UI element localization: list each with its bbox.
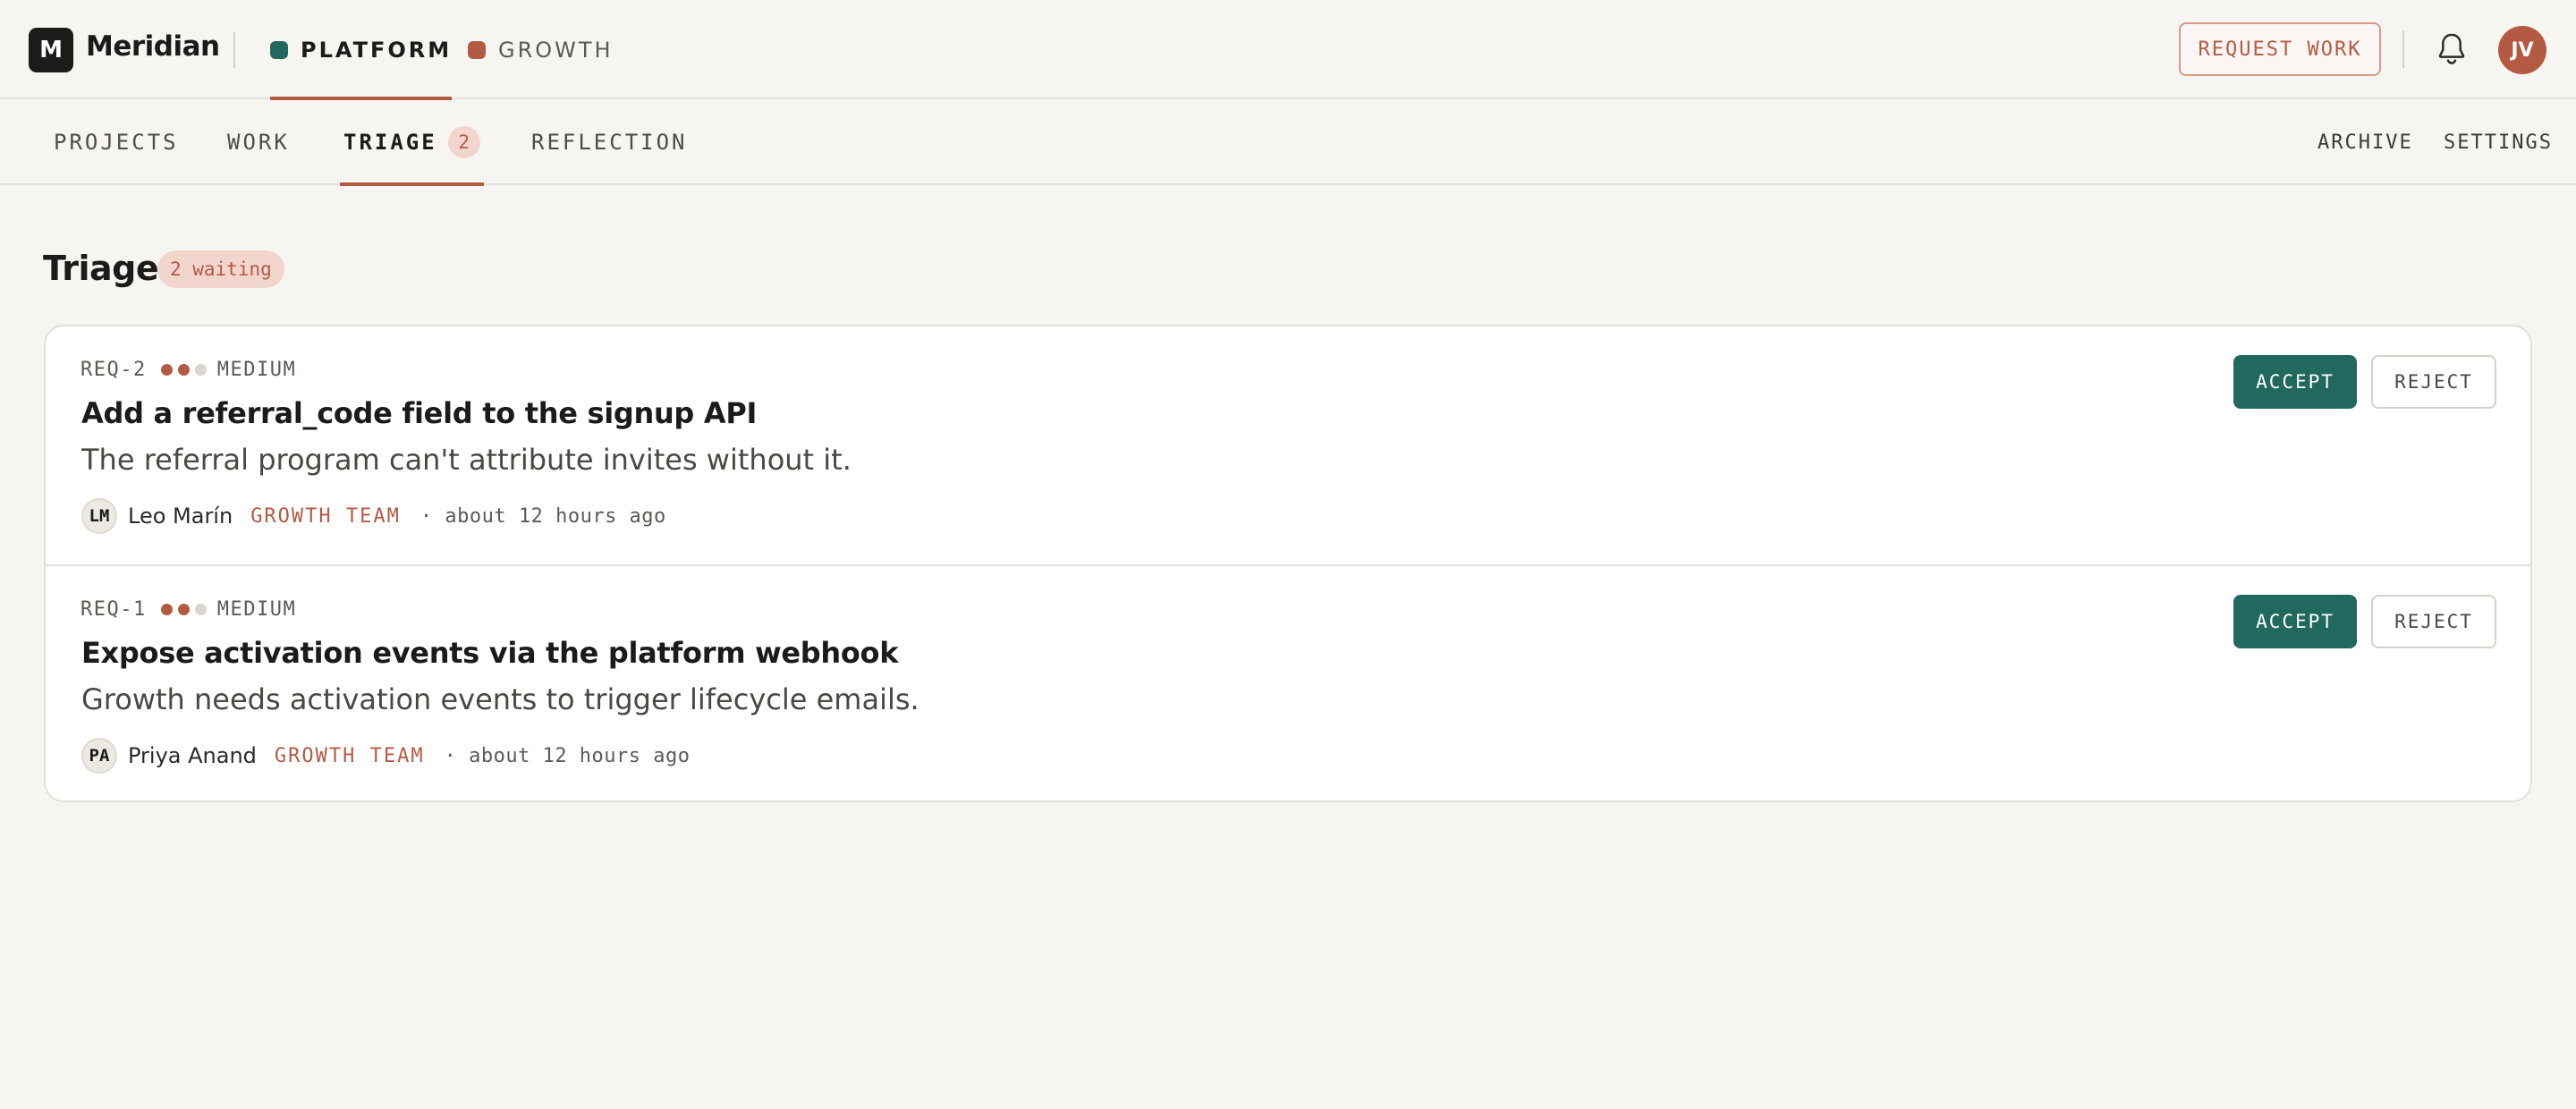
triage-count-badge: 2 xyxy=(447,126,480,158)
request-description: Growth needs activation events to trigge… xyxy=(81,682,919,716)
request-title[interactable]: Add a referral_code field to the signup … xyxy=(81,396,757,430)
request-card: REQ-1 MEDIUM Expose activation events vi… xyxy=(46,564,2530,800)
request-work-button[interactable]: REQUEST WORK xyxy=(2179,22,2381,76)
user-avatar[interactable]: JV xyxy=(2498,26,2546,74)
archive-link[interactable]: ARCHIVE xyxy=(2318,99,2413,185)
author-avatar: PA xyxy=(81,738,117,774)
request-author-line: LM Leo Marín GROWTH TEAM · about 12 hour… xyxy=(81,497,666,535)
request-meta: REQ-2 MEDIUM xyxy=(80,359,296,381)
app-name[interactable]: Meridian xyxy=(86,30,220,63)
request-title[interactable]: Expose activation events via the platfor… xyxy=(81,636,899,670)
notifications-bell-icon[interactable] xyxy=(2435,31,2469,67)
triage-request-list: REQ-2 MEDIUM Add a referral_code field t… xyxy=(44,325,2532,802)
tab-label: REFLECTION xyxy=(531,130,688,155)
request-timestamp: · about 12 hours ago xyxy=(419,504,666,528)
request-description: The referral program can't attribute inv… xyxy=(81,443,852,477)
request-timestamp: · about 12 hours ago xyxy=(444,744,691,767)
section-nav: PROJECTS WORK TRIAGE 2 REFLECTION ARCHIV… xyxy=(0,99,2576,186)
workspace-tab-label: GROWTH xyxy=(498,37,614,63)
accept-button[interactable]: ACCEPT xyxy=(2233,355,2357,409)
team-tag: GROWTH TEAM xyxy=(274,744,425,767)
priority-label: MEDIUM xyxy=(216,598,297,621)
waiting-count-badge: 2 waiting xyxy=(157,250,284,288)
reject-button[interactable]: REJECT xyxy=(2371,595,2496,648)
workspace-tab-platform[interactable]: PLATFORM xyxy=(270,0,453,100)
tab-reflection[interactable]: REFLECTION xyxy=(531,99,688,185)
workspace-tab-growth[interactable]: GROWTH xyxy=(468,0,614,99)
page-title: Triage xyxy=(43,249,159,288)
team-tag: GROWTH TEAM xyxy=(250,504,401,528)
author-name: Leo Marín xyxy=(128,504,233,529)
author-name: Priya Anand xyxy=(128,743,257,768)
request-id: REQ-2 xyxy=(80,359,147,381)
divider xyxy=(2402,30,2404,68)
tab-label: WORK xyxy=(227,130,290,155)
request-card: REQ-2 MEDIUM Add a referral_code field t… xyxy=(46,326,2530,564)
divider xyxy=(233,32,235,68)
priority-dots-icon xyxy=(160,604,207,615)
tab-triage[interactable]: TRIAGE 2 xyxy=(340,99,484,186)
top-bar: M Meridian PLATFORM GROWTH REQUEST WORK … xyxy=(0,0,2576,100)
tab-work[interactable]: WORK xyxy=(227,99,290,185)
tab-label: PROJECTS xyxy=(54,130,179,155)
platform-color-dot xyxy=(270,40,288,59)
accept-button[interactable]: ACCEPT xyxy=(2233,595,2357,648)
priority-dots-icon xyxy=(160,364,207,376)
growth-color-dot xyxy=(468,40,486,59)
request-author-line: PA Priya Anand GROWTH TEAM · about 12 ho… xyxy=(81,737,691,775)
settings-link[interactable]: SETTINGS xyxy=(2444,99,2553,185)
author-avatar: LM xyxy=(81,498,117,534)
priority-label: MEDIUM xyxy=(216,359,297,381)
tab-projects[interactable]: PROJECTS xyxy=(54,99,179,185)
logo-mark[interactable]: M xyxy=(29,28,73,72)
workspace-tab-label: PLATFORM xyxy=(301,37,453,63)
request-id: REQ-1 xyxy=(80,598,147,621)
reject-button[interactable]: REJECT xyxy=(2371,355,2496,409)
request-meta: REQ-1 MEDIUM xyxy=(80,598,296,621)
tab-label: TRIAGE xyxy=(343,130,437,155)
